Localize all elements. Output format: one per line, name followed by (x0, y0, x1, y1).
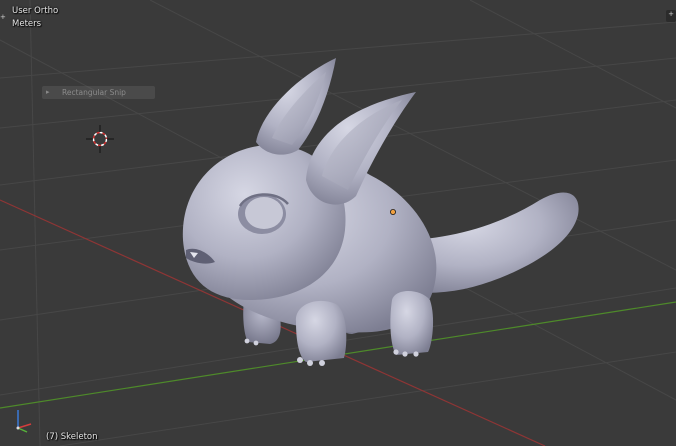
last-operator-label: Rectangular Snip (62, 88, 126, 97)
viewport-scene[interactable] (0, 0, 676, 446)
panel-toggle-icon[interactable]: + (0, 13, 6, 22)
3d-cursor-icon[interactable] (86, 125, 114, 153)
collapse-triangle-icon[interactable]: ▸ (46, 87, 50, 98)
last-operator-panel[interactable]: ▸ Rectangular Snip (42, 86, 155, 99)
creature-mesh[interactable] (182, 58, 579, 366)
view-name-label: User Ortho (12, 6, 59, 16)
axis-gizmo-icon (16, 410, 32, 433)
3d-viewport[interactable]: User Ortho Meters ▸ Rectangular Snip (7)… (0, 0, 676, 446)
units-label: Meters (12, 19, 42, 29)
panel-toggle-icon[interactable]: + (666, 10, 676, 22)
object-info-label: (7) Skeleton (46, 432, 98, 442)
object-origin-dot[interactable] (389, 208, 396, 215)
